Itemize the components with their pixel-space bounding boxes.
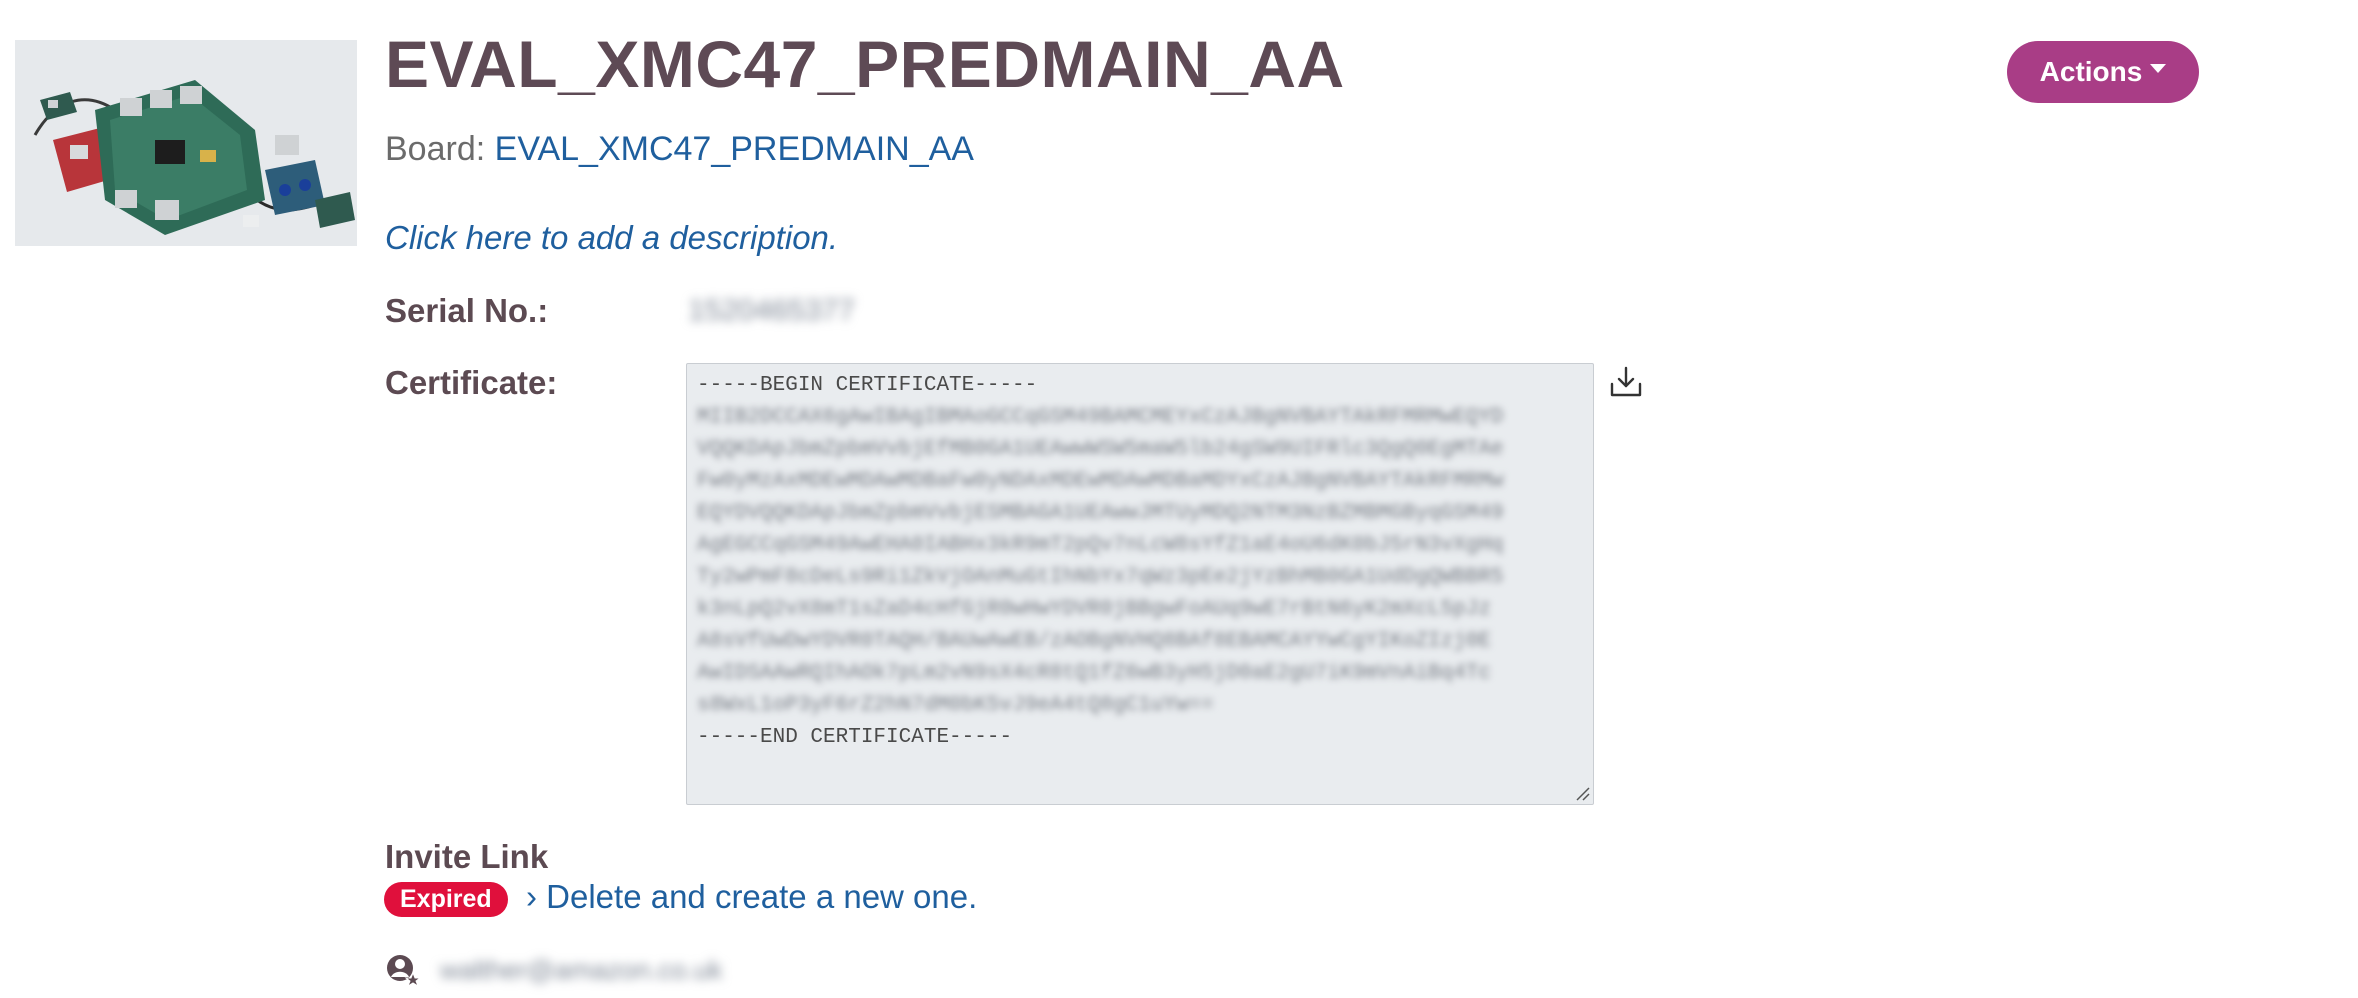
actions-dropdown-button[interactable]: Actions — [2007, 41, 2199, 103]
certificate-body-line: AwIDSAAwRQIhAOk7pLm2vN9sX4cR8tQ1fZ6wB3yH… — [697, 662, 1491, 685]
certificate-body-line: s8WxL1oP3yF6rZ2hN7dM0bK5vJ9eA4tQ8gC1uYw=… — [697, 694, 1214, 717]
board-label: Board: — [385, 130, 486, 168]
certificate-body-line: MIIB2DCCAX6gAwIBAgIBMAoGCCqGSM49BAMCMEYx… — [697, 406, 1504, 429]
certificate-body-line: VQQKDApJbmZpbmVvbjEfMB0GA1UEAwwWSW5maW5l… — [697, 438, 1504, 461]
certificate-body-line: A8sVfUwDwYDVR0TAQH/BAUwAwEB/zAOBgNVHQ8BA… — [697, 630, 1491, 653]
serial-label: Serial No.: — [385, 292, 549, 329]
invited-user-email: walther@amazon.co.uk — [440, 955, 723, 985]
status-badge: Expired — [384, 882, 508, 917]
certificate-label: Certificate: — [385, 364, 558, 401]
invite-link-heading: Invite Link — [385, 838, 549, 875]
certificate-body-line: Ty2wPmF8cDeLs9Ri1ZkVjOAnMuGtIhNbYx7qWz3p… — [697, 566, 1504, 589]
resize-handle-icon[interactable] — [1574, 785, 1590, 801]
serial-value: 1520465377 — [688, 294, 855, 327]
certificate-body-line: EQYDVQQKDApJbmZpbmVvbjESMBAGA1UEAwwJMTUy… — [697, 502, 1504, 525]
certificate-body-line: Fw0yMzAxMDEwMDAwMDBaFw0yNDAxMDEwMDAwMDBa… — [697, 470, 1504, 493]
certificate-body-line: k3nLpQ2vX8mT1sZaD4cHfGjR0wHwYDVR0jBBgwFo… — [697, 598, 1491, 621]
actions-button-label: Actions — [2039, 56, 2143, 87]
user-invite-icon — [387, 955, 421, 988]
certificate-begin-line: -----BEGIN CERTIFICATE----- — [697, 374, 1038, 397]
certificate-end-line: -----END CERTIFICATE----- — [697, 726, 1013, 749]
add-description-link[interactable]: Click here to add a description. — [385, 219, 838, 257]
board-photo — [15, 40, 357, 246]
caret-down-icon — [2150, 63, 2167, 73]
board-link[interactable]: EVAL_XMC47_PREDMAIN_AA — [495, 130, 974, 168]
page-title: EVAL_XMC47_PREDMAIN_AA — [385, 27, 1345, 101]
certificate-textarea[interactable]: -----BEGIN CERTIFICATE----- MIIB2DCCAX6g… — [686, 363, 1594, 805]
certificate-body-line: AgEGCCqGSM49AwEHA0IABHx3kR9mT2pQv7nLcW8s… — [697, 534, 1504, 557]
download-icon[interactable] — [1608, 364, 1644, 400]
board-info: Board: EVAL_XMC47_PREDMAIN_AA — [385, 130, 974, 169]
delete-and-create-link[interactable]: › Delete and create a new one. — [526, 878, 977, 916]
